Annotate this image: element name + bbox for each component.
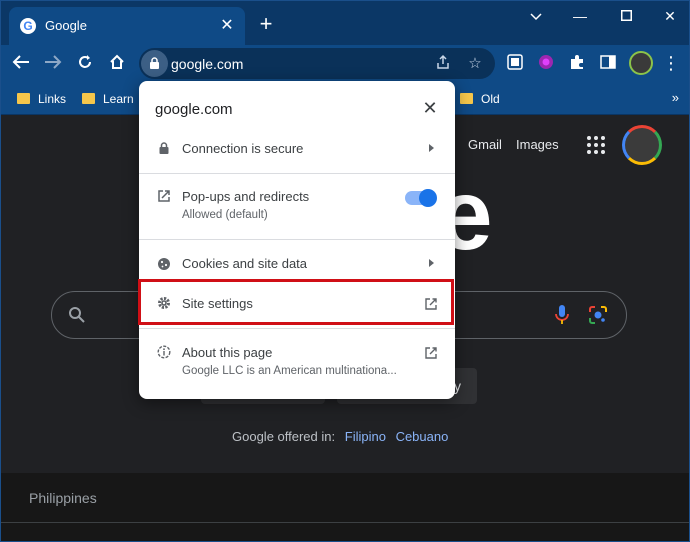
divider	[139, 173, 455, 174]
divider	[139, 239, 455, 240]
back-button[interactable]	[9, 52, 33, 76]
chevron-right-icon	[429, 144, 434, 152]
tab-search-chevron-icon[interactable]	[525, 6, 547, 26]
extension-screenshot-icon[interactable]	[506, 53, 526, 73]
folder-icon	[82, 93, 95, 104]
info-icon	[157, 345, 171, 359]
bookmark-links[interactable]: Links	[17, 90, 66, 108]
site-settings-highlight	[138, 279, 454, 325]
about-page-row[interactable]: About this page Google LLC is an America…	[139, 339, 455, 389]
bookmark-label: Links	[38, 92, 67, 106]
browser-window: G Google ✕ + — ✕ google.com ☆ ⋮ Links Le…	[0, 0, 690, 542]
google-favicon-icon: G	[20, 18, 36, 34]
cookies-label: Cookies and site data	[182, 256, 308, 271]
about-page-description: Google LLC is an American multinationa..…	[182, 365, 397, 377]
search-icon	[69, 307, 85, 323]
close-window-button[interactable]: ✕	[659, 6, 681, 26]
side-panel-icon[interactable]	[599, 53, 619, 73]
lock-icon	[150, 57, 159, 69]
open-external-icon	[425, 347, 437, 359]
minimize-button[interactable]: —	[569, 6, 591, 26]
microphone-icon[interactable]	[554, 304, 570, 326]
popups-row[interactable]: Pop-ups and redirects Allowed (default)	[139, 181, 455, 241]
toggle-knob	[419, 189, 437, 207]
site-info-button[interactable]	[141, 50, 168, 77]
maximize-button[interactable]	[615, 6, 637, 26]
extension-purple-icon[interactable]	[537, 53, 557, 73]
bookmarks-overflow-button[interactable]: »	[672, 90, 679, 105]
folder-icon	[460, 93, 473, 104]
popups-label: Pop-ups and redirects	[182, 189, 310, 204]
toolbar: google.com ☆ ⋮	[1, 45, 689, 82]
profile-avatar[interactable]	[629, 51, 653, 75]
language-link-filipino[interactable]: Filipino	[345, 429, 386, 444]
divider	[139, 328, 455, 329]
page-footer: Philippines	[1, 473, 689, 541]
bookmark-label: Learn	[103, 92, 134, 106]
tab-google[interactable]: G Google ✕	[9, 7, 245, 45]
tab-close-icon[interactable]: ✕	[217, 16, 237, 36]
address-bar[interactable]: google.com ☆	[139, 48, 495, 79]
lock-icon	[159, 142, 169, 154]
site-info-popup: google.com ✕ Connection is secure Pop-up…	[138, 81, 455, 399]
popups-toggle[interactable]	[405, 189, 437, 207]
tab-strip: G Google ✕ + — ✕	[1, 1, 689, 45]
folder-icon	[17, 93, 30, 104]
close-icon[interactable]: ✕	[420, 98, 440, 118]
connection-label: Connection is secure	[182, 141, 304, 156]
google-lens-icon[interactable]	[588, 305, 608, 325]
home-button[interactable]	[105, 52, 129, 76]
cookie-icon	[158, 258, 170, 270]
account-avatar[interactable]	[622, 125, 662, 165]
footer-country-bar: Philippines	[1, 473, 689, 523]
bookmark-old[interactable]: Old	[460, 90, 500, 108]
popup-title: google.com	[155, 101, 233, 118]
forward-button[interactable]	[41, 52, 65, 76]
extensions-puzzle-icon[interactable]	[568, 53, 588, 73]
address-text[interactable]: google.com	[171, 56, 243, 72]
cookies-row[interactable]: Cookies and site data	[139, 249, 455, 279]
popups-status: Allowed (default)	[182, 209, 268, 221]
tab-title: Google	[45, 18, 87, 33]
offered-in-label: Google offered in:	[232, 429, 336, 444]
chevron-right-icon	[429, 259, 434, 267]
popup-external-icon	[158, 190, 170, 202]
country-label: Philippines	[29, 490, 97, 506]
new-tab-button[interactable]: +	[255, 13, 277, 35]
google-apps-icon[interactable]	[587, 136, 605, 154]
gmail-link[interactable]: Gmail	[468, 137, 502, 152]
connection-row[interactable]: Connection is secure	[139, 137, 455, 175]
bookmark-learn[interactable]: Learn	[82, 90, 134, 108]
more-menu-icon[interactable]: ⋮	[661, 51, 681, 75]
about-page-label: About this page	[182, 345, 273, 360]
images-link[interactable]: Images	[516, 137, 559, 152]
bookmark-label: Old	[481, 92, 500, 106]
reload-button[interactable]	[73, 52, 97, 76]
share-icon[interactable]	[433, 54, 453, 74]
bookmark-star-icon[interactable]: ☆	[465, 54, 485, 74]
language-link-cebuano[interactable]: Cebuano	[396, 429, 449, 444]
language-offer: Google offered in: Filipino Cebuano	[232, 429, 448, 444]
